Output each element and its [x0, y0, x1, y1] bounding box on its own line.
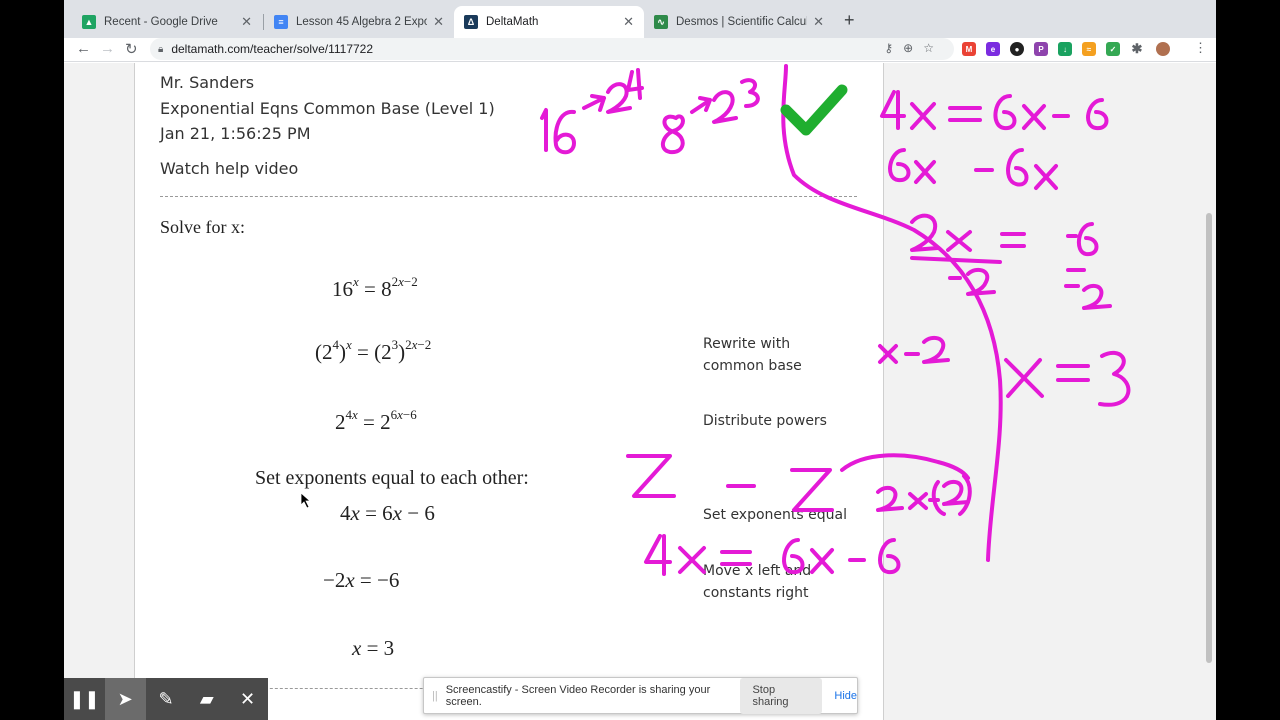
equation-step-4: 4x = 6x − 6	[340, 501, 435, 525]
pointer-icon[interactable]: ➤	[104, 678, 146, 720]
forward-icon[interactable]: →	[100, 40, 115, 57]
equation-step-6: x = 3	[352, 636, 395, 660]
gmail-extension-icon[interactable]: M	[962, 42, 976, 56]
equation-step-2: (24)x = (23)2x−2	[315, 337, 432, 364]
assignment-title: Exponential Eqns Common Base (Level 1)	[160, 99, 495, 118]
solution-card: Mr. Sanders Exponential Eqns Common Base…	[134, 63, 884, 720]
lock-icon: 🔒︎	[158, 43, 164, 55]
tab-desmos[interactable]: ∿ Desmos | Scientific Calculator ✕	[644, 6, 834, 38]
deltamath-icon: Δ	[464, 15, 478, 29]
browser-window: ▲ Recent - Google Drive ✕ ≡ Lesson 45 Al…	[64, 0, 1216, 720]
address-text: deltamath.com/teacher/solve/1117722	[171, 42, 374, 56]
pause-icon[interactable]: ❚❚	[64, 678, 105, 720]
extension-icon[interactable]: ≈	[1082, 42, 1096, 56]
scrollbar[interactable]	[1206, 213, 1212, 663]
avatar[interactable]	[1156, 42, 1170, 56]
note-set-equal: Set exponents equal	[703, 507, 847, 523]
stop-sharing-button[interactable]: Stop sharing	[740, 677, 823, 714]
note-distribute: Distribute powers	[703, 413, 827, 429]
equation-step-1: 16x = 82x−2	[332, 274, 418, 301]
close-icon[interactable]: ✕	[433, 14, 444, 30]
tab-strip: ▲ Recent - Google Drive ✕ ≡ Lesson 45 Al…	[64, 0, 1216, 38]
extension-icon[interactable]: e	[986, 42, 1000, 56]
note-move: Move x left and constants right	[703, 563, 812, 601]
google-drive-icon: ▲	[82, 15, 96, 29]
screencastify-sharing-bar: || Screencastify - Screen Video Recorder…	[423, 677, 858, 714]
google-docs-icon: ≡	[274, 15, 288, 29]
omnibox-actions: ⚷⊕☆	[884, 41, 944, 55]
puzzle-icon[interactable]: ✱	[1130, 41, 1144, 56]
close-icon[interactable]: ✕	[813, 14, 824, 30]
desmos-icon: ∿	[654, 15, 668, 29]
pen-icon[interactable]: ✎	[146, 678, 187, 720]
bookmark-star-icon[interactable]: ☆	[923, 41, 944, 55]
divider	[160, 196, 857, 197]
highlighter-icon[interactable]: ▰	[186, 678, 227, 720]
drag-handle-icon[interactable]: ||	[432, 690, 438, 702]
close-icon[interactable]: ✕	[227, 678, 268, 720]
zoom-icon[interactable]: ⊕	[903, 41, 923, 55]
equation-step-3: 24x = 26x−6	[335, 407, 417, 434]
extension-icon[interactable]: ●	[1010, 42, 1024, 56]
set-exponents-heading: Set exponents equal to each other:	[255, 467, 529, 489]
sharing-message: Screencastify - Screen Video Recorder is…	[445, 683, 711, 708]
help-video-link[interactable]: Watch help video	[160, 159, 298, 178]
close-icon[interactable]: ✕	[241, 14, 252, 30]
key-icon[interactable]: ⚷	[884, 41, 903, 55]
new-tab-button[interactable]: +	[844, 10, 855, 31]
page-content: Mr. Sanders Exponential Eqns Common Base…	[64, 63, 1216, 720]
pdf-extension-icon[interactable]: P	[1034, 42, 1048, 56]
close-icon[interactable]: ✕	[623, 14, 634, 30]
timestamp: Jan 21, 1:56:25 PM	[160, 124, 311, 143]
equation-step-5: −2x = −6	[323, 568, 400, 592]
browser-toolbar: ← → ↻ 🔒︎ deltamath.com/teacher/solve/111…	[64, 38, 1216, 62]
back-icon[interactable]: ←	[76, 40, 91, 57]
reload-icon[interactable]: ↻	[125, 40, 138, 58]
tab-google-drive[interactable]: ▲ Recent - Google Drive ✕	[72, 6, 262, 38]
tab-deltamath[interactable]: Δ DeltaMath ✕	[454, 6, 644, 38]
address-bar[interactable]: 🔒︎ deltamath.com/teacher/solve/1117722 ⚷…	[150, 38, 954, 60]
hide-button[interactable]: Hide	[834, 690, 857, 702]
menu-icon[interactable]: ⋮	[1194, 40, 1207, 56]
problem-prompt: Solve for x:	[160, 217, 245, 237]
teacher-name: Mr. Sanders	[160, 73, 255, 92]
extension-icon[interactable]: ↓	[1058, 42, 1072, 56]
tab-lesson-45[interactable]: ≡ Lesson 45 Algebra 2 Exponenti ✕	[264, 6, 454, 38]
annotation-toolbar: ❚❚ ➤ ✎ ▰ ✕	[64, 678, 268, 720]
note-rewrite: Rewrite with common base	[703, 336, 802, 374]
extension-icon[interactable]: ✓	[1106, 42, 1120, 56]
